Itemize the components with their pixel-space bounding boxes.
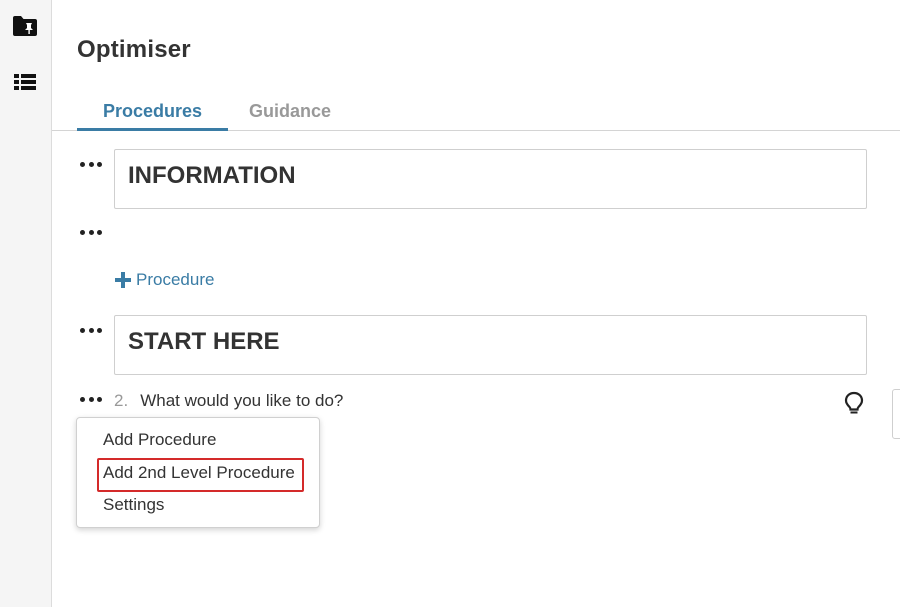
add-procedure-button[interactable]: Procedure (115, 270, 214, 290)
guidance-button[interactable] (843, 391, 865, 417)
procedure-number: 2. (114, 391, 129, 410)
tab-procedures[interactable]: Procedures (77, 96, 229, 131)
menu-item-add-2nd-level-procedure[interactable]: Add 2nd Level Procedure (103, 463, 295, 483)
lightbulb-icon (844, 391, 864, 414)
sidebar-item-list[interactable] (10, 67, 40, 97)
list-icon (14, 74, 36, 90)
plus-icon (115, 272, 131, 288)
page-title: Optimiser (77, 36, 191, 63)
app-window: Optimiser Procedures Guidance INFORMATIO… (0, 0, 900, 607)
sidebar (0, 0, 52, 607)
tab-bar: Procedures Guidance (52, 96, 900, 131)
section-options-dots-icon[interactable] (80, 323, 102, 337)
menu-item-settings[interactable]: Settings (103, 495, 164, 515)
section-title-input[interactable]: START HERE (114, 315, 867, 375)
sidebar-item-folder[interactable] (10, 11, 40, 41)
tab-guidance[interactable]: Guidance (223, 96, 357, 131)
procedure-options-dots-icon[interactable] (80, 225, 102, 239)
menu-item-add-procedure[interactable]: Add Procedure (103, 430, 216, 450)
add-procedure-label: Procedure (136, 270, 215, 289)
procedure-row[interactable]: 2. What would you like to do? (114, 391, 343, 411)
section-options-dots-icon[interactable] (80, 157, 102, 171)
folder-pin-icon (13, 16, 37, 36)
side-panel-edge (892, 389, 900, 439)
procedure-text: What would you like to do? (140, 391, 344, 410)
context-menu: Add Procedure Add 2nd Level Procedure Se… (76, 417, 320, 528)
procedure-options-dots-icon[interactable] (80, 392, 102, 406)
section-title-input[interactable]: INFORMATION (114, 149, 867, 209)
